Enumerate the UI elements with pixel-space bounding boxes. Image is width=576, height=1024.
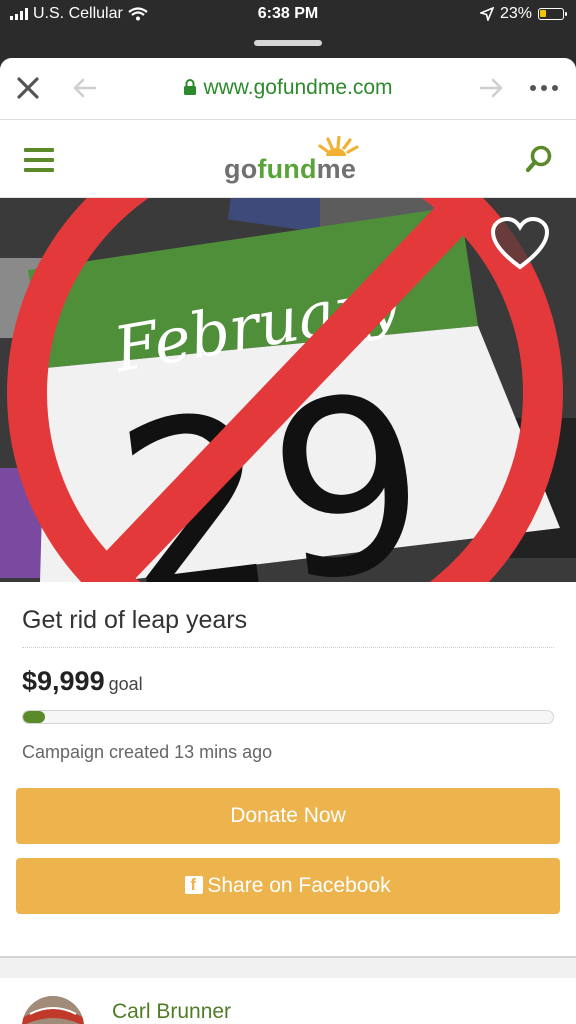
campaign-summary: Get rid of leap years $9,999 goal Campaig…: [0, 582, 576, 763]
donate-now-button[interactable]: Donate Now: [16, 788, 560, 844]
logo-go: go: [224, 154, 258, 184]
facebook-icon: [185, 875, 204, 895]
battery-percent: 23%: [499, 5, 532, 22]
created-time: Campaign created 13 mins ago: [22, 742, 273, 762]
organizer-name[interactable]: Carl Brunner: [112, 1000, 231, 1024]
forward-arrow-icon[interactable]: [478, 76, 506, 100]
logo-me: me: [316, 154, 357, 184]
more-options-icon[interactable]: [530, 78, 564, 98]
section-divider: [0, 956, 576, 978]
search-icon[interactable]: [524, 144, 554, 174]
campaign-image: February 29: [0, 198, 576, 582]
organizer-row: Carl Brunner: [0, 978, 576, 1024]
battery-icon: [538, 8, 567, 20]
goal-amount: $9,999: [22, 666, 105, 696]
organizer-avatar[interactable]: [22, 996, 84, 1024]
status-bar: U.S. Cellular 6:38 PM 23%: [0, 0, 576, 32]
hamburger-menu-icon[interactable]: [24, 148, 54, 172]
site-header: gofundme: [0, 120, 576, 198]
lock-icon: [184, 79, 197, 95]
goal-label: goal: [108, 674, 143, 694]
logo-fund: fund: [257, 154, 317, 184]
browser-sheet: www.gofundme.com gofundme February 29 Ge…: [0, 58, 576, 1024]
url-text: www.gofundme.com: [203, 76, 393, 99]
share-facebook-button[interactable]: Share on Facebook: [16, 858, 560, 914]
progress-bar: [22, 710, 554, 724]
location-icon: [479, 7, 494, 21]
sheet-grabber[interactable]: [254, 40, 322, 46]
campaign-title: Get rid of leap years: [22, 582, 554, 648]
favorite-heart-icon[interactable]: [490, 216, 550, 272]
share-label: Share on Facebook: [207, 874, 391, 897]
browser-toolbar: www.gofundme.com: [0, 58, 576, 120]
progress-fill: [23, 711, 45, 723]
gofundme-logo[interactable]: gofundme: [224, 136, 374, 186]
goal-line: $9,999 goal: [22, 666, 554, 696]
